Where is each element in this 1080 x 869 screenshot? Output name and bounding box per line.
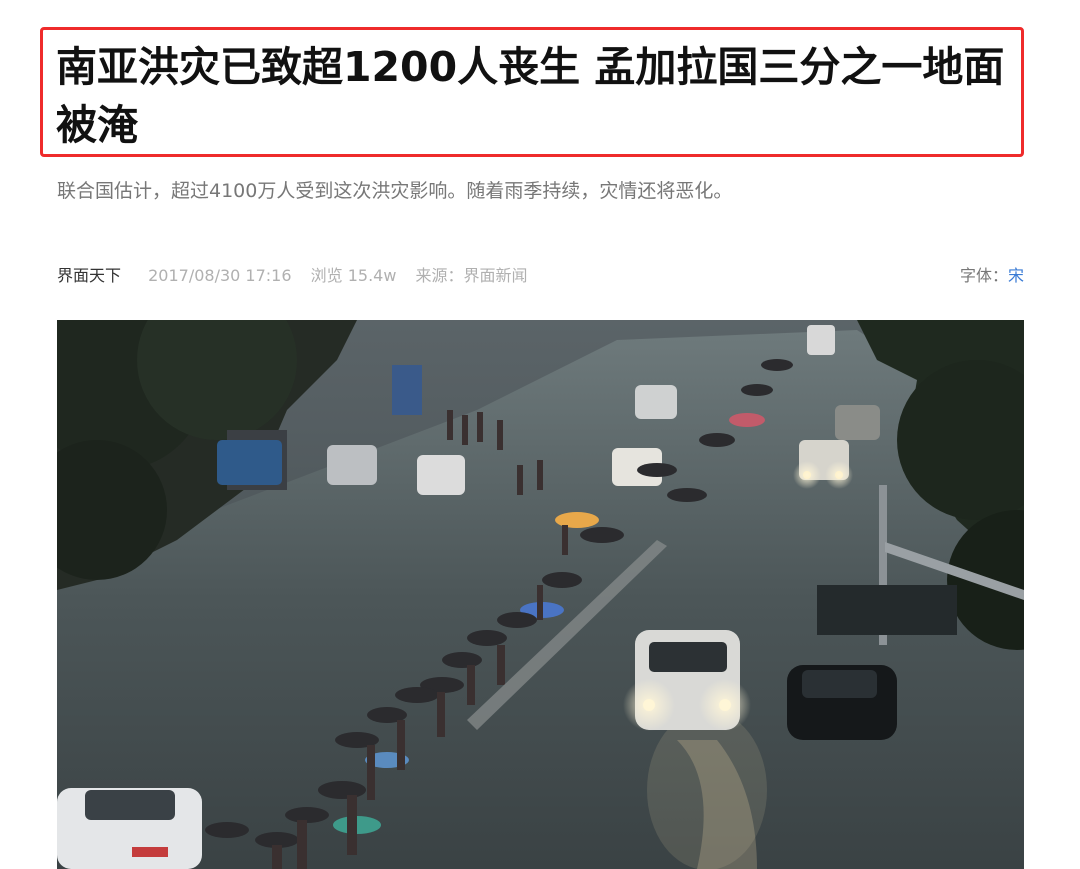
- article-subtitle: 联合国估计，超过4100万人受到这次洪灾影响。随着雨季持续，灾情还将恶化。: [57, 180, 733, 202]
- font-setting-label: 字体：: [959, 266, 1008, 285]
- flood-photo: [57, 320, 1024, 869]
- article-title: 南亚洪灾已致超1200人丧生 孟加拉国三分之一地面被淹: [56, 43, 1005, 149]
- view-count: 浏览 15.4w: [310, 266, 397, 285]
- font-setting: 字体：宋: [960, 262, 1024, 290]
- channel-link[interactable]: 界面天下: [57, 266, 121, 285]
- article-meta: 界面天下 2017/08/30 17:16 浏览 15.4w 来源：界面新闻 字…: [57, 262, 1024, 290]
- publish-datetime: 2017/08/30 17:16: [148, 266, 292, 285]
- font-toggle-button[interactable]: 宋: [1008, 266, 1024, 285]
- article-source: 来源：界面新闻: [415, 266, 528, 285]
- flood-photo-illustration: [57, 320, 1024, 869]
